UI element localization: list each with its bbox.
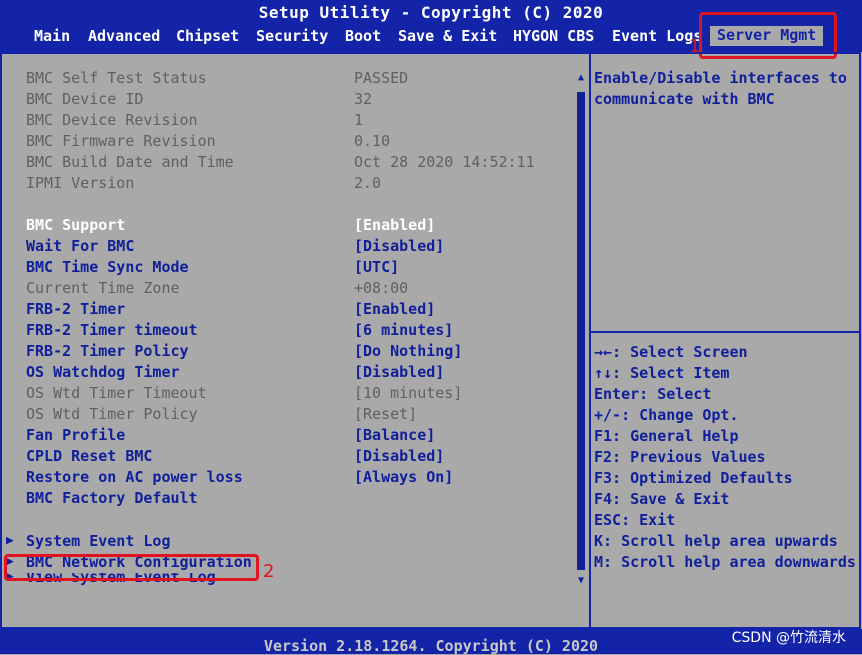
scroll-down-arrow-icon[interactable]: ▼ bbox=[576, 575, 586, 586]
setting-label: FRB-2 Timer timeout bbox=[26, 321, 198, 339]
setting-row-bmc-support[interactable]: BMC Support [Enabled] bbox=[0, 216, 580, 236]
key-help-item: Enter: Select bbox=[594, 385, 712, 403]
tab-main[interactable]: Main bbox=[34, 27, 70, 45]
info-row: BMC Device Revision 1 bbox=[0, 111, 580, 131]
key-help-item: ESC: Exit bbox=[594, 511, 676, 529]
annotation-label-2: 2 bbox=[263, 561, 275, 582]
info-row: BMC Firmware Revision 0.10 bbox=[0, 132, 580, 152]
setting-row-wait-for-bmc[interactable]: Wait For BMC [Disabled] bbox=[0, 237, 580, 257]
setting-row-cpld-reset[interactable]: CPLD Reset BMC [Disabled] bbox=[0, 447, 580, 467]
setting-row-restore-ac[interactable]: Restore on AC power loss [Always On] bbox=[0, 468, 580, 488]
info-label: BMC Device ID bbox=[26, 90, 144, 108]
info-label: BMC Firmware Revision bbox=[26, 132, 216, 150]
help-separator bbox=[591, 331, 861, 333]
setting-row-factory-default[interactable]: BMC Factory Default bbox=[0, 489, 580, 509]
submenu-label: System Event Log bbox=[26, 532, 171, 550]
setting-value: +08:00 bbox=[354, 279, 409, 297]
setting-label: OS Watchdog Timer bbox=[26, 363, 180, 381]
info-label: IPMI Version bbox=[26, 174, 135, 192]
info-label: BMC Build Date and Time bbox=[26, 153, 234, 171]
key-help-item: →←: Select Screen bbox=[594, 343, 748, 361]
setting-label: Current Time Zone bbox=[26, 279, 180, 297]
setting-row-time-sync-mode[interactable]: BMC Time Sync Mode [UTC] bbox=[0, 258, 580, 278]
setting-row-frb2-timeout[interactable]: FRB-2 Timer timeout [6 minutes] bbox=[0, 321, 580, 341]
setting-label: OS Wtd Timer Policy bbox=[26, 405, 198, 423]
key-help-item: F4: Save & Exit bbox=[594, 490, 730, 508]
setting-value: [Reset] bbox=[354, 405, 418, 423]
panel-divider bbox=[589, 52, 591, 629]
info-row: BMC Device ID 32 bbox=[0, 90, 580, 110]
setting-row-frb2-timer[interactable]: FRB-2 Timer [Enabled] bbox=[0, 300, 580, 320]
setting-value[interactable]: [Balance] bbox=[354, 426, 435, 444]
setting-row-time-zone: Current Time Zone +08:00 bbox=[0, 279, 580, 299]
key-help-item: K: Scroll help area upwards bbox=[594, 532, 838, 550]
setting-value[interactable]: [Always On] bbox=[354, 468, 453, 486]
submenu-arrow-icon: ▶ bbox=[6, 533, 14, 548]
setting-row-os-wtd-timeout: OS Wtd Timer Timeout [10 minutes] bbox=[0, 384, 580, 404]
scroll-up-arrow-icon[interactable]: ▲ bbox=[576, 72, 586, 83]
scrollbar[interactable]: ▲ ▼ bbox=[576, 72, 586, 588]
tab-boot[interactable]: Boot bbox=[345, 27, 381, 45]
key-help-item: M: Scroll help area downwards bbox=[594, 553, 856, 571]
setting-value[interactable]: [Disabled] bbox=[354, 237, 444, 255]
info-value: PASSED bbox=[354, 69, 409, 87]
setting-label: FRB-2 Timer bbox=[26, 300, 126, 318]
info-row: BMC Build Date and Time Oct 28 2020 14:5… bbox=[0, 153, 580, 173]
setting-row-os-wtd-policy: OS Wtd Timer Policy [Reset] bbox=[0, 405, 580, 425]
key-help-item: F1: General Help bbox=[594, 427, 739, 445]
setting-label: BMC Factory Default bbox=[26, 489, 198, 507]
setting-label: Wait For BMC bbox=[26, 237, 135, 255]
tab-hygon-cbs[interactable]: HYGON CBS bbox=[513, 27, 594, 45]
submenu-system-event-log[interactable]: ▶ System Event Log bbox=[0, 532, 580, 552]
info-row: BMC Self Test Status PASSED bbox=[0, 69, 580, 89]
help-description: Enable/Disable interfaces to communicate… bbox=[594, 69, 847, 108]
info-label: BMC Device Revision bbox=[26, 111, 198, 129]
info-row: IPMI Version 2.0 bbox=[0, 174, 580, 194]
info-value: 0.10 bbox=[354, 132, 391, 150]
setting-value[interactable]: [6 minutes] bbox=[354, 321, 453, 339]
setting-label: CPLD Reset BMC bbox=[26, 447, 153, 465]
setting-value[interactable]: [Do Nothing] bbox=[354, 342, 462, 360]
key-help-item: ↑↓: Select Item bbox=[594, 364, 730, 382]
setting-label: Restore on AC power loss bbox=[26, 468, 243, 486]
info-value: 2.0 bbox=[354, 174, 382, 192]
setting-value[interactable]: [UTC] bbox=[354, 258, 399, 276]
highlight-box-bmc-network bbox=[4, 554, 259, 581]
setting-label: BMC Time Sync Mode bbox=[26, 258, 189, 276]
setting-row-frb2-policy[interactable]: FRB-2 Timer Policy [Do Nothing] bbox=[0, 342, 580, 362]
key-help-item: F2: Previous Values bbox=[594, 448, 766, 466]
info-value: Oct 28 2020 14:52:11 bbox=[354, 153, 535, 171]
setting-value[interactable]: [Disabled] bbox=[354, 447, 444, 465]
tab-save-exit[interactable]: Save & Exit bbox=[398, 27, 497, 45]
tab-advanced[interactable]: Advanced bbox=[88, 27, 160, 45]
setting-value[interactable]: [Enabled] bbox=[354, 300, 435, 318]
info-label: BMC Self Test Status bbox=[26, 69, 207, 87]
info-value: 32 bbox=[354, 90, 373, 108]
setting-value[interactable]: [Enabled] bbox=[354, 216, 435, 234]
key-help-item: +/-: Change Opt. bbox=[594, 406, 739, 424]
setting-row-fan-profile[interactable]: Fan Profile [Balance] bbox=[0, 426, 580, 446]
scrollbar-thumb[interactable] bbox=[577, 92, 585, 570]
key-help-item: F3: Optimized Defaults bbox=[594, 469, 793, 487]
setting-label: BMC Support bbox=[26, 216, 126, 234]
info-value: 1 bbox=[354, 111, 364, 129]
setting-label: OS Wtd Timer Timeout bbox=[26, 384, 207, 402]
setting-value: [10 minutes] bbox=[354, 384, 463, 402]
setting-label: Fan Profile bbox=[26, 426, 126, 444]
watermark: CSDN @竹流清水 bbox=[731, 630, 846, 646]
tab-security[interactable]: Security bbox=[256, 27, 328, 45]
tab-chipset[interactable]: Chipset bbox=[176, 27, 239, 45]
setting-value[interactable]: [Disabled] bbox=[354, 363, 444, 381]
setting-label: FRB-2 Timer Policy bbox=[26, 342, 189, 360]
setting-row-os-watchdog[interactable]: OS Watchdog Timer [Disabled] bbox=[0, 363, 580, 383]
